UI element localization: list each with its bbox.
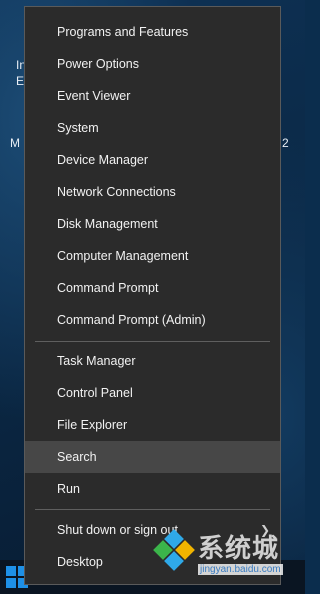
watermark-brand: 系统城	[198, 533, 280, 563]
watermark-url: jingyan.baidu.com	[198, 564, 283, 575]
desktop-icon-label[interactable]: M	[10, 136, 20, 150]
menu-separator	[35, 341, 270, 342]
watermark: 系统城 jingyan.baidu.com	[150, 528, 305, 588]
menu-item-device-manager[interactable]: Device Manager	[25, 144, 280, 176]
menu-item-computer-management[interactable]: Computer Management	[25, 240, 280, 272]
desktop-icon-label[interactable]: E	[16, 74, 24, 88]
menu-separator	[35, 509, 270, 510]
menu-item-disk-management[interactable]: Disk Management	[25, 208, 280, 240]
windows-logo-icon	[6, 566, 16, 576]
menu-item-command-prompt[interactable]: Command Prompt	[25, 272, 280, 304]
menu-item-file-explorer[interactable]: File Explorer	[25, 409, 280, 441]
desktop-icon-label[interactable]: 2	[282, 136, 289, 150]
menu-item-control-panel[interactable]: Control Panel	[25, 377, 280, 409]
watermark-logo-icon	[153, 529, 195, 571]
menu-item-network-connections[interactable]: Network Connections	[25, 176, 280, 208]
menu-item-power-options[interactable]: Power Options	[25, 48, 280, 80]
menu-item-search[interactable]: Search	[25, 441, 280, 473]
menu-item-programs-and-features[interactable]: Programs and Features	[25, 16, 280, 48]
quick-link-menu: Programs and Features Power Options Even…	[24, 6, 281, 585]
menu-item-system[interactable]: System	[25, 112, 280, 144]
menu-item-run[interactable]: Run	[25, 473, 280, 505]
menu-item-task-manager[interactable]: Task Manager	[25, 345, 280, 377]
menu-item-event-viewer[interactable]: Event Viewer	[25, 80, 280, 112]
menu-item-command-prompt-admin[interactable]: Command Prompt (Admin)	[25, 304, 280, 336]
